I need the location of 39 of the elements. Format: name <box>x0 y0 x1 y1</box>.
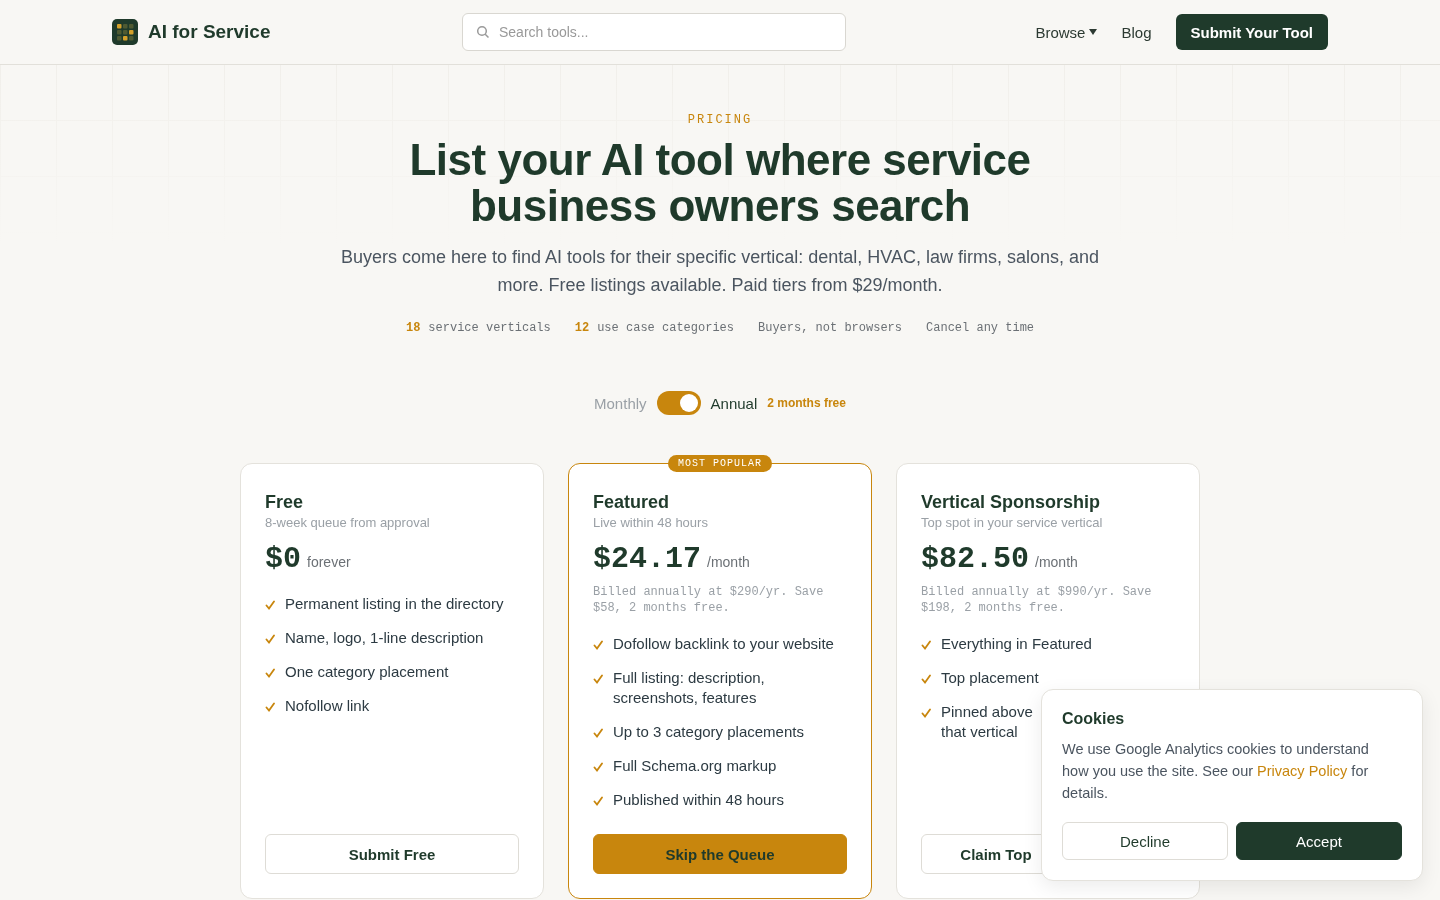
feature-text: Published within 48 hours <box>613 790 784 810</box>
billing-note: Billed annually at $290/yr. Save $58, 2 months free. <box>593 584 825 616</box>
plan-name: Vertical Sponsorship <box>921 492 1102 513</box>
feature-text: Everything in Featured <box>941 634 1092 654</box>
plan-price: $82.50 <box>921 542 1030 576</box>
feature-text: Nofollow link <box>285 696 370 716</box>
feature-text: Name, logo, 1-line description <box>285 628 484 648</box>
feature-text: Full Schema.org markup <box>613 756 777 776</box>
cookie-text: We use Google Analytics cookies to understand how you use the site. See our Privacy Policy for details. <box>1062 740 1370 803</box>
plan-name: Free <box>265 492 305 513</box>
plan-price: $0 <box>265 542 301 576</box>
stat-label: Cancel any time <box>926 321 1035 335</box>
stat-number: 12 <box>574 321 590 335</box>
stat-label: Buyers, not browsers <box>758 321 903 335</box>
price-period: /month <box>707 554 750 570</box>
cookie-title: Cookies <box>1062 710 1126 728</box>
feature-text: Dofollow backlink to your website <box>613 634 834 654</box>
plan-tagline: Top spot in your service vertical <box>921 515 1104 530</box>
feature-text: One category placement <box>285 662 449 682</box>
feature-text: Permanent listing in the directory <box>285 594 504 614</box>
page-subtitle: Buyers come here to find AI tools for their specific vertical: dental, HVAC, law firms, salons, and more. Free listings available. Paid tiers from $29/month. <box>340 246 1100 297</box>
stat-label: use case categories <box>597 321 734 335</box>
feature-text: Up to 3 category placements <box>613 722 804 742</box>
feature-text: Top placement <box>941 668 1039 688</box>
stat-label: service verticals <box>428 321 551 335</box>
price-period: forever <box>307 554 351 570</box>
plan-tagline: Live within 48 hours <box>593 515 709 530</box>
billing-note: Billed annually at $990/yr. Save $198, 2 months free. <box>921 584 1153 616</box>
feature-text: Pinned above that vertical <box>941 702 1033 742</box>
price-period: /month <box>1035 554 1078 570</box>
stat-number: 18 <box>405 321 421 335</box>
feature-text: Full listing: description, screenshots, features <box>613 668 766 708</box>
page-title: List your AI tool where service business owners search <box>408 137 1032 229</box>
discount-label: 2 months free <box>767 396 846 410</box>
section-eyebrow: PRICING <box>686 113 754 127</box>
plan-price: $24.17 <box>593 542 702 576</box>
plan-name: Featured <box>593 492 671 513</box>
popular-badge: MOST POPULAR <box>668 455 772 472</box>
plan-tagline: 8-week queue from approval <box>265 515 431 530</box>
